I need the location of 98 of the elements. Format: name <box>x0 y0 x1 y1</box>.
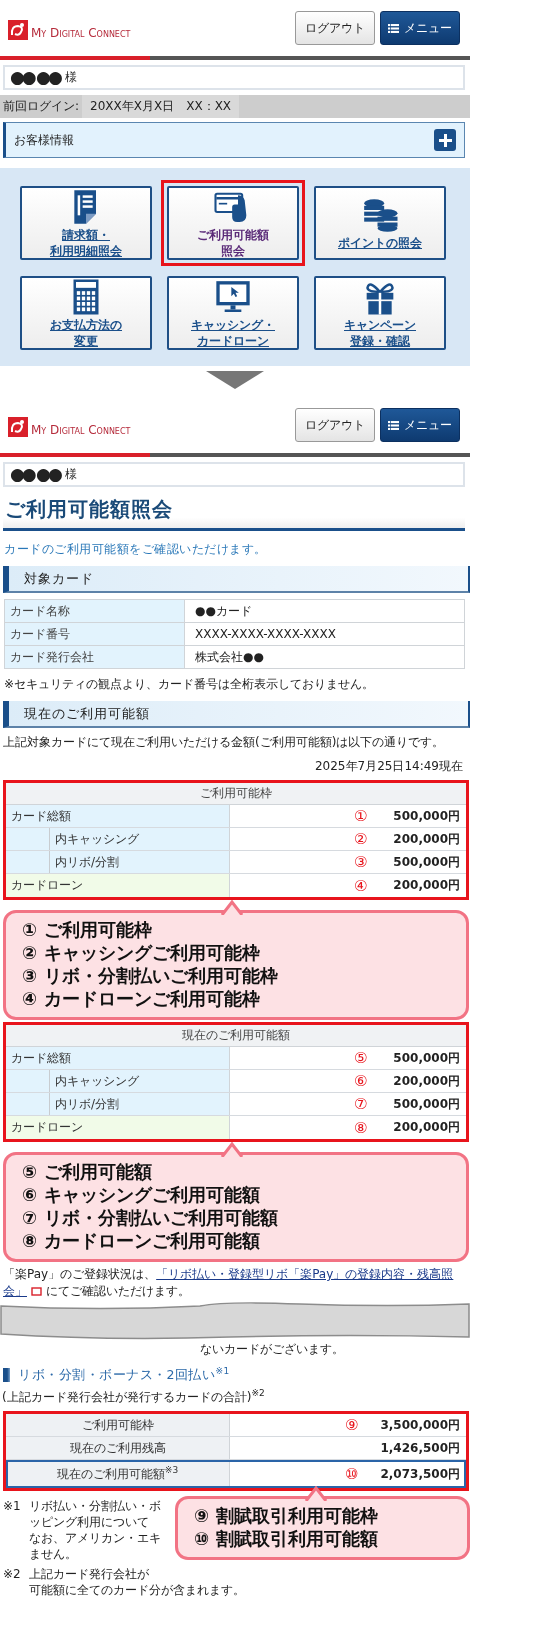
table-cell: カードローン <box>6 1116 230 1139</box>
table-cell: XXXX-XXXX-XXXX-XXXX <box>184 622 465 646</box>
last-login-value: 20XX年X月X日 XX：XX <box>82 95 240 118</box>
marker-number: ② <box>353 830 368 848</box>
section-heading: 現在のご利用可能額 <box>3 701 470 728</box>
menu-button[interactable]: メニュー <box>380 11 460 45</box>
note-text: ないカードがございます。 <box>200 1341 344 1358</box>
marker-number: ③ <box>353 853 368 871</box>
table-cell: ご利用可能枠 <box>6 1414 230 1437</box>
marker-number: ④ <box>353 876 368 895</box>
amount-text: 200,000円 <box>393 1072 460 1090</box>
amount-text: 500,000円 <box>393 807 460 825</box>
table-cell: カード名称 <box>4 599 185 623</box>
amount-text: 200,000円 <box>393 830 460 848</box>
indent-cell <box>6 1093 50 1115</box>
customer-name: ●● ●● <box>10 69 60 86</box>
marker-number: ⑨ <box>344 1416 359 1435</box>
note-text: ※セキュリティの観点より、カード番号は全桁表示しておりません。 <box>4 676 376 693</box>
table-cell: 現在のご利用残高 <box>6 1437 230 1460</box>
down-arrow-icon <box>206 371 264 389</box>
table-header: 現在のご利用可能額 <box>6 1025 466 1047</box>
note-text: にてご確認いただけます。 <box>46 1283 190 1300</box>
indent-cell <box>6 1070 50 1092</box>
table-cell: ●●カード <box>184 599 465 623</box>
menu-tile[interactable]: ご利用可能額 照会 <box>161 180 305 266</box>
footnote-text: リボ払い・分割払い・ボ <box>29 1497 161 1515</box>
footnote-text: 上記カード発行会社が <box>29 1565 149 1583</box>
text-link[interactable]: 会」 <box>3 1283 27 1300</box>
window-icon <box>31 1287 42 1296</box>
indent-cell <box>6 828 50 850</box>
intro-text: 上記対象カードにて現在ご利用いただける金額(ご利用可能額)は以下の通りです。 <box>3 734 446 751</box>
honorific: 様 <box>64 69 77 86</box>
callout-text: ⑩ 割賦取引利用可能額 <box>194 1527 379 1551</box>
amount-text: 500,000円 <box>393 853 460 871</box>
logo-icon <box>8 20 28 40</box>
amount-text: 200,000円 <box>393 1119 460 1136</box>
table-cell: 内リボ/分割 <box>50 851 230 873</box>
timestamp: 2025年7月25日14:49現在 <box>313 758 463 775</box>
footnote-text: ません。 <box>29 1545 77 1563</box>
subsection-note: (上記カード発行会社が発行するカードの合計)$^{※2}$ <box>1 1388 266 1407</box>
menu-icon <box>388 418 399 432</box>
callout-text: ⑨ 割賦取引利用可能枠 <box>194 1504 379 1528</box>
amount-text: 200,000円 <box>393 877 460 894</box>
logout-button[interactable]: ログアウト <box>295 408 375 442</box>
table-cell: カード総額 <box>6 1047 230 1069</box>
marker-number: ① <box>353 807 368 825</box>
logo-text: My Digital Connect <box>31 423 131 437</box>
callout-text: ② キャッシングご利用可能枠 <box>22 941 261 964</box>
footnote-text: 可能額に全てのカード分が含まれます。 <box>29 1581 245 1599</box>
plus-icon <box>437 132 453 148</box>
marker-number: ⑧ <box>353 1118 368 1137</box>
table-cell: 内キャッシング <box>50 828 230 850</box>
footnote-mark: ※1 <box>3 1499 22 1514</box>
table-cell: カード総額 <box>6 805 230 827</box>
table-cell: カード発行会社 <box>4 645 185 669</box>
table-cell: 内キャッシング <box>50 1070 230 1092</box>
menu-icon <box>388 21 399 35</box>
logo-text: My Digital Connect <box>31 26 131 40</box>
amount-text: 500,000円 <box>393 1049 460 1067</box>
callout-text: ⑥ キャッシングご利用可能額 <box>22 1183 261 1206</box>
expand-button[interactable] <box>434 129 456 151</box>
amount-text: 2,073,500円 <box>380 1465 460 1483</box>
logout-button[interactable]: ログアウト <box>295 11 375 45</box>
callout-text: ③ リボ・分割払いご利用可能枠 <box>22 964 279 987</box>
marker-number: ⑥ <box>353 1072 368 1090</box>
customer-info-label: お客様情報 <box>14 131 74 149</box>
marker-number: ⑤ <box>353 1049 368 1067</box>
table-cell: 株式会社●● <box>184 645 465 669</box>
table-cell: カードローン <box>6 874 230 897</box>
note-text: 「楽Pay」のご登録状況は、 <box>3 1266 157 1283</box>
callout-text: ④ カードローンご利用可能枠 <box>22 987 261 1010</box>
amount-text: 1,426,500円 <box>380 1439 460 1457</box>
logo-icon <box>8 417 28 437</box>
customer-name: ●● ●● <box>10 466 60 483</box>
callout-text: ① ご利用可能枠 <box>22 918 153 941</box>
marker-number: ⑦ <box>353 1095 368 1113</box>
callout-text: ⑦ リボ・分割払いご利用可能額 <box>22 1206 279 1229</box>
callout-text: ⑤ ご利用可能額 <box>22 1160 153 1183</box>
honorific: 様 <box>64 466 77 483</box>
indent-cell <box>6 851 50 873</box>
marker-number: ⑩ <box>344 1465 359 1484</box>
text-link[interactable]: 「リボ払い・登録型リボ「楽Pay」の登録内容・残高照 <box>156 1266 454 1283</box>
footnote-text: ッピング利用について <box>29 1513 149 1531</box>
page-description: カードのご利用可能額をご確認いただけます。 <box>3 541 268 558</box>
footnote-text: なお、アメリカン・エキ <box>29 1529 161 1547</box>
table-cell: カード番号 <box>4 622 185 646</box>
footnote-mark: ※2 <box>3 1567 22 1582</box>
table-header: ご利用可能枠 <box>6 783 466 805</box>
last-login-label: 前回ログイン: <box>3 98 80 115</box>
section-heading: 対象カード <box>3 566 470 593</box>
amount-text: 3,500,000円 <box>380 1416 460 1434</box>
amount-text: 500,000円 <box>393 1095 460 1113</box>
subsection-heading: リボ・分割・ボーナス・2回払い$^{※1}$ <box>18 1366 230 1385</box>
heading-bar-icon <box>3 1368 10 1383</box>
callout-text: ⑧ カードローンご利用可能額 <box>22 1229 261 1252</box>
table-cell: 現在のご利用可能額$^{※3}$ <box>6 1460 230 1489</box>
menu-button[interactable]: メニュー <box>380 408 460 442</box>
table-cell: 内リボ/分割 <box>50 1093 230 1115</box>
